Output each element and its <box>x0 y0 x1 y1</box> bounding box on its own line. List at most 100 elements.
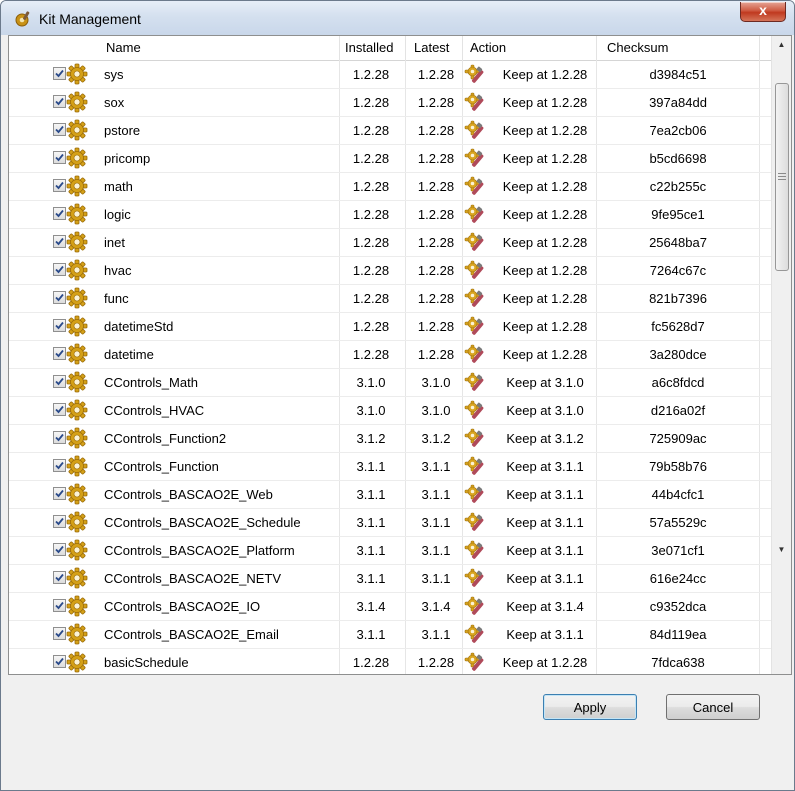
table-row[interactable]: CControls_BASCAO2E_Platform 3.1.1 3.1.1 Kee… <box>9 537 771 565</box>
row-checkbox[interactable] <box>53 403 66 416</box>
gear-icon <box>66 539 88 561</box>
action-cell[interactable]: Keep at 1.2.28 <box>488 201 602 228</box>
scroll-thumb[interactable] <box>775 83 789 271</box>
action-cell[interactable]: Keep at 3.1.1 <box>488 509 602 536</box>
latest-version: 3.1.1 <box>421 487 451 502</box>
table-row[interactable]: CControls_BASCAO2E_IO 3.1.4 3.1.4 Keep at 3… <box>9 593 771 621</box>
table-row[interactable]: CControls_BASCAO2E_Schedule 3.1.1 3.1.1 Kee… <box>9 509 771 537</box>
keep-wrench-icon <box>464 287 488 311</box>
table-row[interactable]: pricomp 1.2.28 1.2.28 Keep at 1.2.28 b5cd669… <box>9 145 771 173</box>
row-checkbox[interactable] <box>53 263 66 276</box>
title-bar[interactable]: Kit Management x <box>1 1 794 35</box>
row-checkbox[interactable] <box>53 95 66 108</box>
action-cell[interactable]: Keep at 3.1.0 <box>488 369 602 396</box>
kit-name: inet <box>104 235 125 250</box>
table-row[interactable]: pstore 1.2.28 1.2.28 Keep at 1.2.28 7ea2cb06 <box>9 117 771 145</box>
column-header-action[interactable]: Action <box>470 36 506 60</box>
action-cell[interactable]: Keep at 1.2.28 <box>488 173 602 200</box>
row-checkbox[interactable] <box>53 319 66 332</box>
apply-button[interactable]: Apply <box>543 694 637 720</box>
row-checkbox[interactable] <box>53 67 66 80</box>
table-row[interactable]: CControls_BASCAO2E_Email 3.1.1 3.1.1 Keep a… <box>9 621 771 649</box>
table-row[interactable]: sox 1.2.28 1.2.28 Keep at 1.2.28 397a84dd <box>9 89 771 117</box>
table-row[interactable]: CControls_Function2 3.1.2 3.1.2 Keep at 3.1… <box>9 425 771 453</box>
gear-icon <box>66 63 88 85</box>
table-row[interactable]: math 1.2.28 1.2.28 Keep at 1.2.28 c22b255c <box>9 173 771 201</box>
keep-wrench-icon <box>464 455 488 479</box>
action-cell[interactable]: Keep at 3.1.1 <box>488 565 602 592</box>
table-row[interactable]: datetimeStd 1.2.28 1.2.28 Keep at 1.2.28 fc5… <box>9 313 771 341</box>
action-cell[interactable]: Keep at 1.2.28 <box>488 229 602 256</box>
latest-version: 1.2.28 <box>417 235 455 250</box>
table-row[interactable]: logic 1.2.28 1.2.28 Keep at 1.2.28 9fe95ce1 <box>9 201 771 229</box>
action-cell[interactable]: Keep at 3.1.2 <box>488 425 602 452</box>
row-checkbox[interactable] <box>53 151 66 164</box>
action-cell[interactable]: Keep at 3.1.1 <box>488 453 602 480</box>
checksum: 57a5529c <box>649 515 707 530</box>
action-cell[interactable]: Keep at 1.2.28 <box>488 341 602 368</box>
checksum: d216a02f <box>650 403 706 418</box>
table-row[interactable]: inet 1.2.28 1.2.28 Keep at 1.2.28 25648ba7 <box>9 229 771 257</box>
action-cell[interactable]: Keep at 3.1.1 <box>488 481 602 508</box>
action-cell[interactable]: Keep at 1.2.28 <box>488 89 602 116</box>
row-checkbox[interactable] <box>53 291 66 304</box>
table-row[interactable]: CControls_Function 3.1.1 3.1.1 Keep at 3.1.… <box>9 453 771 481</box>
table-row[interactable]: hvac 1.2.28 1.2.28 Keep at 1.2.28 7264c67c <box>9 257 771 285</box>
row-checkbox[interactable] <box>53 207 66 220</box>
kit-name: datetimeStd <box>104 319 174 334</box>
latest-version: 3.1.4 <box>421 599 451 614</box>
action-cell[interactable]: Keep at 3.1.4 <box>488 593 602 620</box>
gear-icon <box>66 399 88 421</box>
action-cell[interactable]: Keep at 3.1.0 <box>488 397 602 424</box>
cancel-button[interactable]: Cancel <box>666 694 760 720</box>
action-cell[interactable]: Keep at 3.1.1 <box>488 537 602 564</box>
close-button[interactable]: x <box>740 2 786 22</box>
row-checkbox[interactable] <box>53 347 66 360</box>
table-row[interactable]: func 1.2.28 1.2.28 Keep at 1.2.28 821b7396 <box>9 285 771 313</box>
column-header-name[interactable]: Name <box>106 36 141 60</box>
column-header-checksum[interactable]: Checksum <box>607 36 668 60</box>
row-checkbox[interactable] <box>53 459 66 472</box>
table-row[interactable]: basicSchedule 1.2.28 1.2.28 Keep at 1.2.28 7… <box>9 649 771 674</box>
row-checkbox[interactable] <box>53 375 66 388</box>
action-cell[interactable]: Keep at 1.2.28 <box>488 257 602 284</box>
table-row[interactable]: CControls_BASCAO2E_Web 3.1.1 3.1.1 Keep at … <box>9 481 771 509</box>
row-checkbox[interactable] <box>53 599 66 612</box>
action-cell[interactable]: Keep at 1.2.28 <box>488 649 602 674</box>
installed-version: 1.2.28 <box>352 263 390 278</box>
keep-wrench-icon <box>464 119 488 143</box>
keep-wrench-icon <box>464 175 488 199</box>
row-checkbox[interactable] <box>53 655 66 668</box>
table-row[interactable]: datetime 1.2.28 1.2.28 Keep at 1.2.28 3a280d… <box>9 341 771 369</box>
row-checkbox[interactable] <box>53 431 66 444</box>
vertical-scrollbar[interactable]: ▲ ▼ <box>771 36 791 674</box>
keep-wrench-icon <box>464 147 488 171</box>
table-row[interactable]: CControls_BASCAO2E_NETV 3.1.1 3.1.1 Keep at… <box>9 565 771 593</box>
column-header-latest[interactable]: Latest <box>414 36 449 60</box>
row-checkbox[interactable] <box>53 123 66 136</box>
kit-name: logic <box>104 207 131 222</box>
scroll-down-arrow-icon[interactable]: ▼ <box>772 541 791 558</box>
row-checkbox[interactable] <box>53 571 66 584</box>
gear-icon <box>66 287 88 309</box>
keep-wrench-icon <box>464 399 488 423</box>
action-cell[interactable]: Keep at 1.2.28 <box>488 285 602 312</box>
gear-icon <box>66 595 88 617</box>
action-cell[interactable]: Keep at 3.1.1 <box>488 621 602 648</box>
action-cell[interactable]: Keep at 1.2.28 <box>488 313 602 340</box>
table-row[interactable]: sys 1.2.28 1.2.28 Keep at 1.2.28 d3984c51 <box>9 61 771 89</box>
row-checkbox[interactable] <box>53 627 66 640</box>
row-checkbox[interactable] <box>53 543 66 556</box>
row-checkbox[interactable] <box>53 487 66 500</box>
column-header-installed[interactable]: Installed <box>345 36 393 60</box>
action-cell[interactable]: Keep at 1.2.28 <box>488 117 602 144</box>
scroll-up-arrow-icon[interactable]: ▲ <box>772 36 791 53</box>
table-row[interactable]: CControls_HVAC 3.1.0 3.1.0 Keep at 3.1.0 d21… <box>9 397 771 425</box>
gear-icon <box>66 203 88 225</box>
row-checkbox[interactable] <box>53 179 66 192</box>
table-row[interactable]: CControls_Math 3.1.0 3.1.0 Keep at 3.1.0 a6c… <box>9 369 771 397</box>
action-cell[interactable]: Keep at 1.2.28 <box>488 61 602 88</box>
action-cell[interactable]: Keep at 1.2.28 <box>488 145 602 172</box>
row-checkbox[interactable] <box>53 235 66 248</box>
row-checkbox[interactable] <box>53 515 66 528</box>
